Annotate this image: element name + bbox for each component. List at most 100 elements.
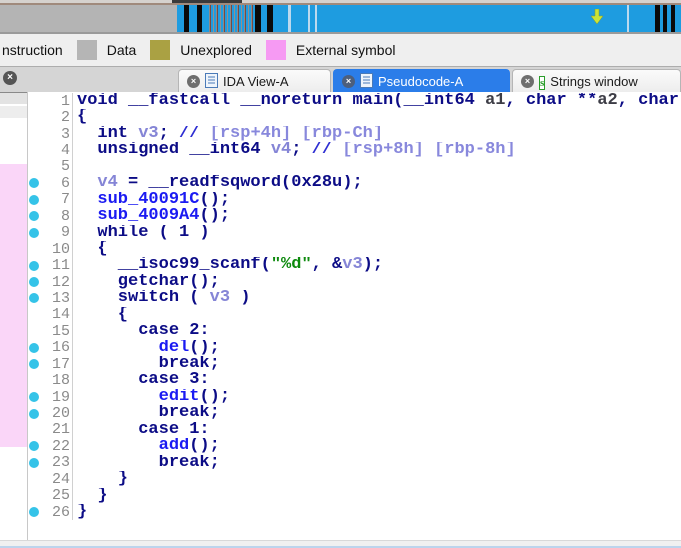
code-line-15[interactable]: 15 case 2: [28, 323, 681, 340]
token-lvar: v4 [270, 142, 292, 159]
line-marker-dot-icon[interactable] [29, 194, 39, 205]
line-marker-dot-icon[interactable] [29, 507, 39, 518]
code-line-1[interactable]: 1 void __fastcall __noreturn main(__int64… [28, 93, 681, 110]
line-marker-dot-icon[interactable] [29, 277, 39, 288]
line-marker-dot-icon[interactable] [29, 178, 39, 189]
code-line-25[interactable]: 25 } [28, 487, 681, 504]
line-number: 12 [51, 273, 70, 291]
code-text: add(); [72, 438, 681, 455]
token-kw: break; [77, 405, 220, 422]
code-listing[interactable]: 1 void __fastcall __noreturn main(__int64… [28, 93, 681, 521]
code-line-11[interactable]: 11 __isoc99_scanf("%d", &v3); [28, 257, 681, 275]
token-kw: { [77, 109, 88, 126]
code-line-7[interactable]: 7 sub_40091C(); [28, 191, 681, 209]
code-line-10[interactable]: 10 { [28, 240, 681, 258]
token-kw: ); [362, 257, 384, 274]
gutter: 2 [28, 109, 72, 127]
code-line-13[interactable]: 13 switch ( v3 ) [28, 290, 681, 307]
code-line-3[interactable]: 3 int v3; // [rsp+4h] [rbp-Ch] [28, 125, 681, 143]
gutter: 4 [28, 142, 72, 159]
code-line-26[interactable]: 26} [28, 504, 681, 521]
code-line-5[interactable]: 5 [28, 158, 681, 176]
code-text: v4 = __readfsqword(0x28u); [72, 175, 681, 192]
gutter: 12 [28, 273, 72, 291]
code-text: __isoc99_scanf("%d", &v3); [72, 257, 681, 274]
line-number: 2 [60, 109, 70, 127]
band-light-line [627, 5, 629, 32]
gutter: 21 [28, 421, 72, 439]
code-line-23[interactable]: 23 break; [28, 454, 681, 471]
code-line-12[interactable]: 12 getchar(); [28, 273, 681, 291]
code-text [72, 158, 681, 176]
tab-bar: × × IDA View-A × Pseudocode-A × s Strings wind… [0, 66, 681, 93]
tab-ida-view-a[interactable]: × IDA View-A [178, 69, 331, 93]
legend-label-unexplored: Unexplored [180, 42, 252, 58]
code-line-22[interactable]: 22 add(); [28, 438, 681, 455]
line-marker-dot-icon[interactable] [29, 211, 39, 222]
code-line-21[interactable]: 21 case 1: [28, 421, 681, 439]
code-line-8[interactable]: 8 sub_4009A4(); [28, 208, 681, 225]
gutter: 10 [28, 240, 72, 258]
tab-strings-window[interactable]: × s Strings window [512, 69, 681, 93]
close-icon[interactable]: × [3, 71, 17, 85]
line-marker-dot-icon[interactable] [29, 227, 39, 238]
line-marker-dot-icon[interactable] [29, 392, 39, 403]
legend-swatch-external-symbol [265, 40, 286, 60]
line-number: 21 [51, 421, 70, 439]
code-line-14[interactable]: 14 { [28, 306, 681, 323]
token-kw: (); [199, 191, 231, 209]
code-line-17[interactable]: 17 break; [28, 356, 681, 373]
gutter: 1 [28, 93, 72, 110]
line-marker-dot-icon[interactable] [29, 260, 39, 271]
pseudocode-pane[interactable]: 1 void __fastcall __noreturn main(__int64… [0, 92, 681, 540]
token-kw: (); [189, 438, 220, 455]
token-kw [77, 192, 97, 208]
token-kw: case 2: [77, 323, 210, 340]
line-number: 7 [60, 191, 70, 209]
code-line-18[interactable]: 18 case 3: [28, 372, 681, 389]
token-str: "%d" [270, 257, 312, 274]
line-number: 11 [51, 257, 70, 275]
code-line-2[interactable]: 2{ [28, 109, 681, 127]
line-marker-dot-icon[interactable] [29, 457, 39, 468]
token-cmt1: // [179, 125, 210, 143]
close-icon[interactable]: × [187, 75, 200, 88]
code-text: case 3: [72, 372, 681, 389]
tab-pseudocode-a[interactable]: × Pseudocode-A [333, 69, 510, 93]
code-line-16[interactable]: 16 del(); [28, 339, 681, 356]
strings-icon: s [539, 76, 546, 90]
token-kw: } [77, 471, 129, 488]
gutter: 17 [28, 356, 72, 373]
tab-label: IDA View-A [223, 74, 289, 89]
token-kw: (); [199, 208, 231, 225]
color-legend: nstruction Data Unexplored External symbol [0, 34, 681, 66]
code-line-20[interactable]: 20 break; [28, 405, 681, 422]
code-line-9[interactable]: 9 while ( 1 ) [28, 224, 681, 242]
line-number: 19 [51, 388, 70, 406]
close-icon[interactable]: × [342, 75, 355, 88]
code-line-24[interactable]: 24 } [28, 471, 681, 488]
token-kw: while ( 1 ) [77, 224, 210, 241]
gutter: 20 [28, 405, 72, 422]
code-line-4[interactable]: 4 unsigned __int64 v4; // [rsp+8h] [rbp-… [28, 142, 681, 159]
ida-pro-window: nstruction Data Unexplored External symbol… [0, 0, 681, 548]
close-icon[interactable]: × [521, 75, 534, 88]
line-number: 10 [51, 240, 70, 258]
token-fn: del [158, 339, 190, 356]
line-marker-dot-icon[interactable] [29, 408, 39, 419]
line-number: 9 [60, 224, 70, 242]
line-marker-dot-icon[interactable] [29, 441, 39, 452]
line-marker-dot-icon[interactable] [29, 359, 39, 370]
document-icon [205, 72, 218, 91]
code-line-19[interactable]: 19 edit(); [28, 388, 681, 406]
line-marker-dot-icon[interactable] [29, 293, 39, 304]
line-marker-dot-icon[interactable] [29, 342, 39, 353]
token-kw [77, 340, 159, 356]
gutter: 3 [28, 126, 72, 143]
code-line-6[interactable]: 6 v4 = __readfsqword(0x28u); [28, 175, 681, 192]
token-cmt2: [rsp+8h] [rbp-8h] [342, 142, 516, 159]
navigator-band[interactable] [0, 5, 681, 32]
band-black-stripe [663, 5, 667, 32]
token-kw: switch ( [77, 290, 210, 307]
token-kw: break; [77, 356, 220, 373]
